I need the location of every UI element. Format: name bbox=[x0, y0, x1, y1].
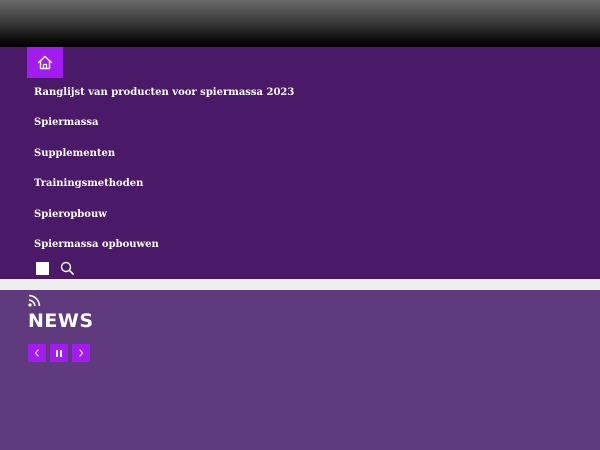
pause-news-button[interactable] bbox=[50, 344, 68, 362]
nav-item-spiermassa[interactable]: Spiermassa bbox=[34, 116, 294, 146]
home-button[interactable] bbox=[27, 47, 63, 78]
section-divider bbox=[0, 279, 600, 290]
top-header-bar bbox=[0, 0, 600, 47]
chevron-right-icon bbox=[79, 349, 84, 357]
nav-item-spieropbouw[interactable]: Spieropbouw bbox=[34, 208, 294, 238]
pause-icon bbox=[56, 349, 62, 357]
news-heading: NEWS bbox=[28, 310, 94, 332]
prev-news-button[interactable] bbox=[28, 344, 46, 362]
search-icon[interactable] bbox=[60, 261, 74, 275]
next-news-button[interactable] bbox=[72, 344, 90, 362]
nav-tools bbox=[36, 261, 74, 275]
nav-item-supplementen[interactable]: Supplementen bbox=[34, 147, 294, 177]
rss-icon bbox=[28, 294, 41, 307]
nav-item-trainingsmethoden[interactable]: Trainingsmethoden bbox=[34, 177, 294, 207]
news-ticker-section: NEWS bbox=[0, 290, 600, 450]
square-icon[interactable] bbox=[36, 261, 49, 275]
chevron-left-icon bbox=[34, 349, 39, 357]
main-navigation: Ranglijst van producten voor spiermassa … bbox=[0, 47, 600, 279]
nav-menu: Ranglijst van producten voor spiermassa … bbox=[34, 86, 294, 268]
news-controls bbox=[28, 344, 90, 362]
home-icon bbox=[37, 55, 53, 70]
nav-item-ranglijst[interactable]: Ranglijst van producten voor spiermassa … bbox=[34, 86, 294, 116]
